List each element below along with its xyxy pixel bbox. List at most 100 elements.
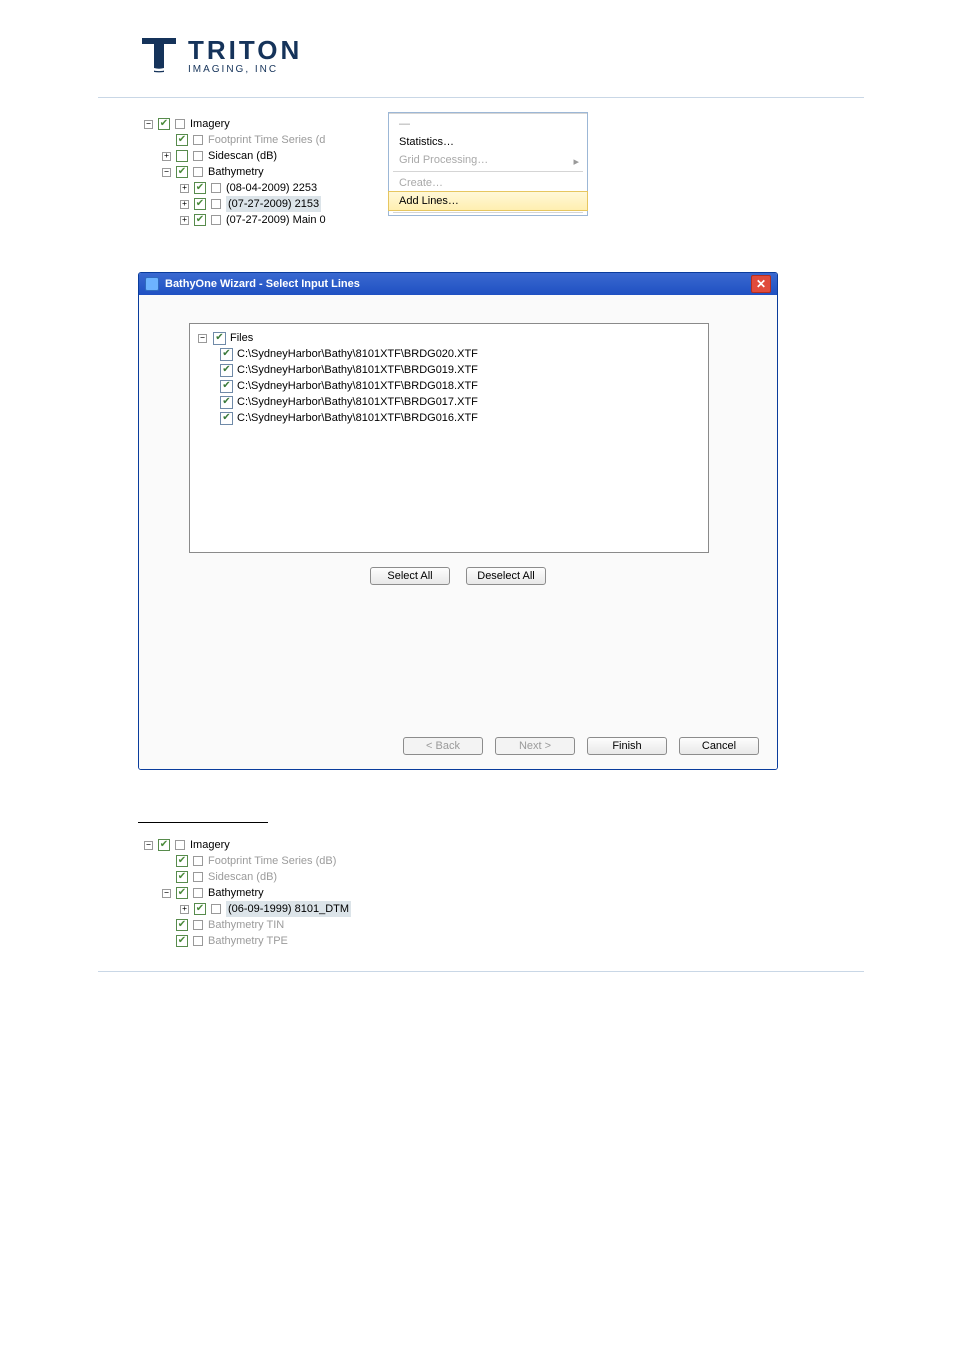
tree-row[interactable]: ✔ Footprint Time Series (dB)	[144, 853, 432, 869]
menu-item-create[interactable]: Create…	[389, 174, 587, 192]
finish-button[interactable]: Finish	[587, 737, 667, 755]
logo: TRITON IMAGING, INC	[98, 28, 864, 91]
menu-separator	[393, 171, 583, 172]
chevron-right-icon: ▸	[573, 155, 579, 168]
checkbox[interactable]: ✔	[213, 332, 226, 345]
layer-icon	[193, 872, 203, 882]
expander-icon[interactable]: +	[180, 216, 189, 225]
divider	[98, 97, 864, 98]
checkbox[interactable]: ✔	[158, 118, 170, 130]
expander-spacer	[162, 136, 171, 145]
checkbox[interactable]: ✔	[176, 887, 188, 899]
layer-icon	[175, 119, 185, 129]
expander-icon[interactable]: −	[198, 334, 207, 343]
tree-row[interactable]: +✔(07-27-2009) 2153	[144, 196, 362, 212]
expander-icon[interactable]: −	[144, 120, 153, 129]
menu-item-statistics[interactable]: Statistics…	[389, 133, 587, 151]
checkbox[interactable]: ✔	[176, 855, 188, 867]
layer-tree-2: − ✔ Imagery ✔Footprint Time Series (dB)✔…	[138, 833, 438, 953]
tree-label: Bathymetry	[208, 164, 264, 180]
checkbox[interactable]: ✔	[176, 166, 188, 178]
step-marker	[138, 806, 268, 823]
expander-icon[interactable]: +	[180, 905, 189, 914]
tree-row[interactable]: −✔ Bathymetry	[144, 164, 362, 180]
file-path: C:\SydneyHarbor\Bathy\8101XTF\BRDG016.XT…	[237, 410, 478, 426]
checkbox[interactable]: ✔	[158, 839, 170, 851]
layer-icon	[211, 215, 221, 225]
deselect-all-button[interactable]: Deselect All	[466, 567, 546, 585]
back-button[interactable]: < Back	[403, 737, 483, 755]
next-button[interactable]: Next >	[495, 737, 575, 755]
context-menu: — Statistics… Grid Processing…▸ Create… …	[388, 112, 588, 216]
tree-label: Bathymetry TIN	[208, 917, 284, 933]
checkbox[interactable]: ✔	[176, 871, 188, 883]
select-all-button[interactable]: Select All	[370, 567, 450, 585]
checkbox[interactable]: ✔	[194, 903, 206, 915]
file-row[interactable]: ✔ C:\SydneyHarbor\Bathy\8101XTF\BRDG016.X…	[198, 410, 700, 426]
file-path: C:\SydneyHarbor\Bathy\8101XTF\BRDG018.XT…	[237, 378, 478, 394]
expander-spacer	[162, 921, 171, 930]
tree-label: Imagery	[190, 116, 230, 132]
expander-icon[interactable]: −	[144, 841, 153, 850]
layer-icon	[211, 183, 221, 193]
checkbox[interactable]: ✔	[220, 380, 233, 393]
menu-item-detection[interactable]: —	[389, 113, 587, 133]
tree-row[interactable]: −✔Bathymetry	[144, 885, 432, 901]
logo-subtitle: IMAGING, INC	[188, 65, 302, 75]
tree-row[interactable]: +✔(07-27-2009) Main 0	[144, 212, 362, 228]
expander-icon[interactable]: +	[180, 200, 189, 209]
checkbox[interactable]: ✔	[220, 364, 233, 377]
tree-row[interactable]: +✔(06-09-1999) 8101_DTM	[144, 901, 432, 917]
expander-spacer	[162, 857, 171, 866]
file-tree-root: Files	[230, 330, 253, 346]
expander-spacer	[162, 937, 171, 946]
checkbox[interactable]: ✔	[220, 348, 233, 361]
tree-row[interactable]: ✔Footprint Time Series (d	[144, 132, 362, 148]
cancel-button[interactable]: Cancel	[679, 737, 759, 755]
expander-icon[interactable]: −	[162, 168, 171, 177]
menu-item-add-lines[interactable]: Add Lines…	[388, 191, 588, 211]
checkbox[interactable]: ✔	[194, 182, 206, 194]
menu-item-grid-processing[interactable]: Grid Processing…▸	[389, 151, 587, 169]
tree-row[interactable]: +✔Sidescan (dB)	[144, 148, 362, 164]
layer-icon	[175, 840, 185, 850]
layer-icon	[193, 167, 203, 177]
checkbox[interactable]: ✔	[176, 150, 188, 162]
file-row[interactable]: ✔ C:\SydneyHarbor\Bathy\8101XTF\BRDG017.X…	[198, 394, 700, 410]
checkbox[interactable]: ✔	[176, 919, 188, 931]
file-path: C:\SydneyHarbor\Bathy\8101XTF\BRDG017.XT…	[237, 394, 478, 410]
checkbox[interactable]: ✔	[220, 412, 233, 425]
close-icon[interactable]: ✕	[751, 275, 771, 293]
layer-icon	[193, 135, 203, 145]
expander-icon[interactable]: +	[180, 184, 189, 193]
tree-row[interactable]: ✔ Bathymetry TPE	[144, 933, 432, 949]
checkbox[interactable]: ✔	[220, 396, 233, 409]
tree-row[interactable]: ✔ Bathymetry TIN	[144, 917, 432, 933]
divider	[98, 971, 864, 972]
checkbox[interactable]: ✔	[176, 134, 188, 146]
tree-row[interactable]: ✔Sidescan (dB)	[144, 869, 432, 885]
checkbox[interactable]: ✔	[194, 214, 206, 226]
file-tree: − ✔ Files ✔C:\SydneyHarbor\Bathy\8101XTF…	[189, 323, 709, 553]
file-row[interactable]: ✔ C:\SydneyHarbor\Bathy\8101XTF\BRDG020.X…	[198, 346, 700, 362]
tree-label: Footprint Time Series (dB)	[208, 853, 336, 869]
file-row[interactable]: ✔ C:\SydneyHarbor\Bathy\8101XTF\BRDG018.X…	[198, 378, 700, 394]
expander-spacer	[162, 873, 171, 882]
logo-title: TRITON	[188, 37, 302, 63]
menu-separator	[393, 212, 583, 213]
layer-tree-1: − ✔ Imagery ✔Footprint Time Series (d+✔S…	[138, 112, 368, 232]
tree-label: Imagery	[190, 837, 230, 853]
checkbox[interactable]: ✔	[176, 935, 188, 947]
bathyone-wizard-dialog: BathyOne Wizard - Select Input Lines ✕ −…	[138, 272, 778, 770]
checkbox[interactable]: ✔	[194, 198, 206, 210]
app-icon	[145, 277, 159, 291]
file-path: C:\SydneyHarbor\Bathy\8101XTF\BRDG020.XT…	[237, 346, 478, 362]
expander-icon[interactable]: −	[162, 889, 171, 898]
layer-icon	[211, 199, 221, 209]
expander-icon[interactable]: +	[162, 152, 171, 161]
tree-row[interactable]: +✔(08-04-2009) 2253	[144, 180, 362, 196]
file-row[interactable]: ✔C:\SydneyHarbor\Bathy\8101XTF\BRDG019.X…	[198, 362, 700, 378]
tree-label: Bathymetry TPE	[208, 933, 288, 949]
dialog-titlebar[interactable]: BathyOne Wizard - Select Input Lines ✕	[139, 273, 777, 295]
layer-icon	[193, 920, 203, 930]
